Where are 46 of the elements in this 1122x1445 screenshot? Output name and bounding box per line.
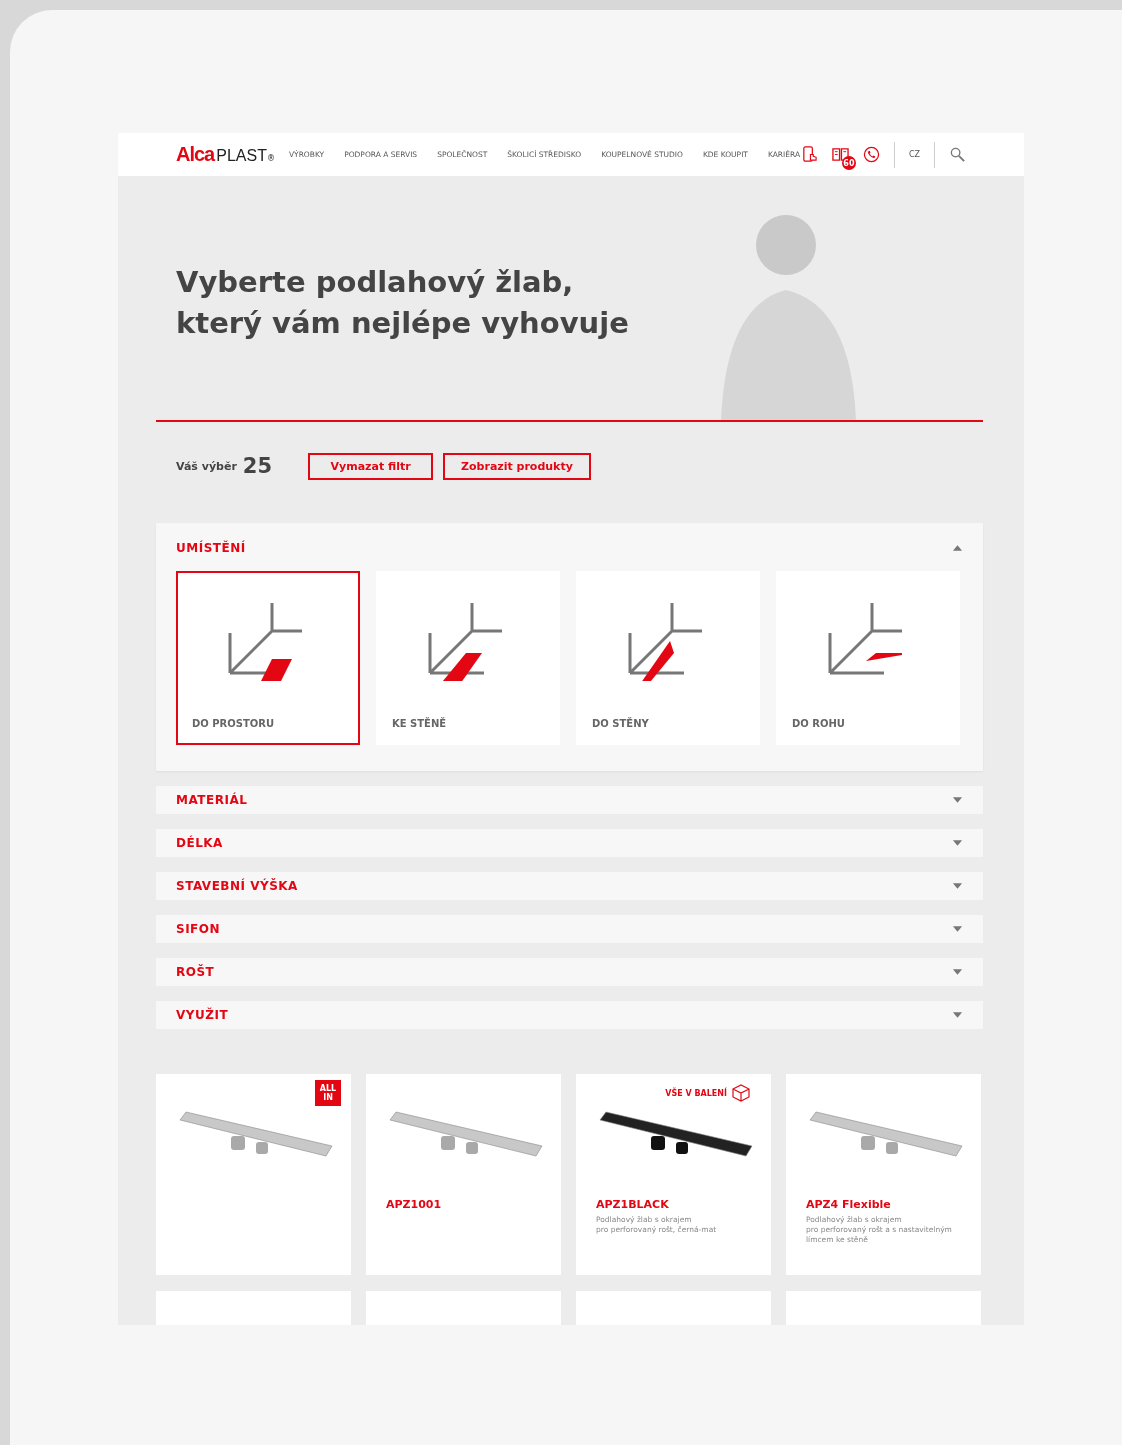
caret-down-icon[interactable] [952, 1011, 963, 1019]
caret-down-icon[interactable] [952, 882, 963, 890]
product-name[interactable]: APZ4 Flexible [806, 1198, 961, 1211]
filter-title[interactable]: STAVEBNÍ VÝŠKA [176, 879, 298, 893]
selection-count: 25 [242, 454, 273, 478]
filter-row[interactable]: STAVEBNÍ VÝŠKA [156, 872, 983, 900]
filter-row[interactable]: SIFON [156, 915, 983, 943]
search-icon[interactable] [949, 146, 966, 163]
caret-down-icon[interactable] [952, 925, 963, 933]
product-card[interactable]: ALL IN [156, 1074, 351, 1275]
product-name[interactable]: APZ1001 [386, 1198, 541, 1211]
caret-down-icon[interactable] [952, 796, 963, 804]
option-tile[interactable]: DO STĚNY [576, 571, 760, 745]
filter-title[interactable]: UMÍSTĚNÍ [176, 541, 246, 555]
filter-title[interactable]: DÉLKA [176, 836, 223, 850]
filter-title[interactable]: MATERIÁL [176, 793, 248, 807]
phone-call-icon[interactable] [862, 146, 880, 163]
option-tile[interactable]: DO PROSTORU [176, 571, 360, 745]
package-badge-text: VŠE V BALENÍ [665, 1088, 727, 1098]
option-tile[interactable]: DO ROHU [776, 571, 960, 745]
product-name[interactable]: APZ1BLACK [596, 1198, 751, 1211]
filter-row[interactable]: ROŠT [156, 958, 983, 986]
option-label: DO ROHU [792, 718, 845, 729]
filter-button[interactable]: Vymazat filtr [308, 452, 434, 480]
filter-title[interactable]: SIFON [176, 922, 221, 936]
catalog-count-badge: 60 [841, 156, 856, 170]
filter-row[interactable]: VYUŽIT [156, 1001, 983, 1029]
option-label: DO STĚNY [592, 718, 649, 729]
hero-title: Vyberte podlahový žlab, který vám nejlépe vyhovuje [176, 264, 629, 342]
caret-down-icon[interactable] [952, 839, 963, 847]
product-card[interactable]: APZ1001 [366, 1074, 561, 1275]
caret-up-icon[interactable] [952, 544, 963, 552]
option-label: DO PROSTORU [192, 718, 275, 729]
language-link[interactable]: CZ [908, 150, 920, 159]
filter-row[interactable]: MATERIÁL [156, 786, 983, 814]
phone-touch-icon[interactable] [800, 146, 818, 163]
option-label: KE STĚNĚ [392, 718, 447, 729]
filter-row[interactable]: DÉLKA [156, 829, 983, 857]
filter-title[interactable]: VYUŽIT [176, 1008, 229, 1022]
caret-down-icon[interactable] [952, 968, 963, 976]
filter-button[interactable]: Zobrazit produkty [443, 452, 591, 480]
filter-title[interactable]: ROŠT [176, 965, 215, 979]
box-icon [731, 1084, 751, 1102]
selection-label: Váš výběr [176, 459, 237, 473]
all-in-badge: ALL IN [315, 1080, 341, 1106]
option-tile[interactable]: KE STĚNĚ [376, 571, 560, 745]
